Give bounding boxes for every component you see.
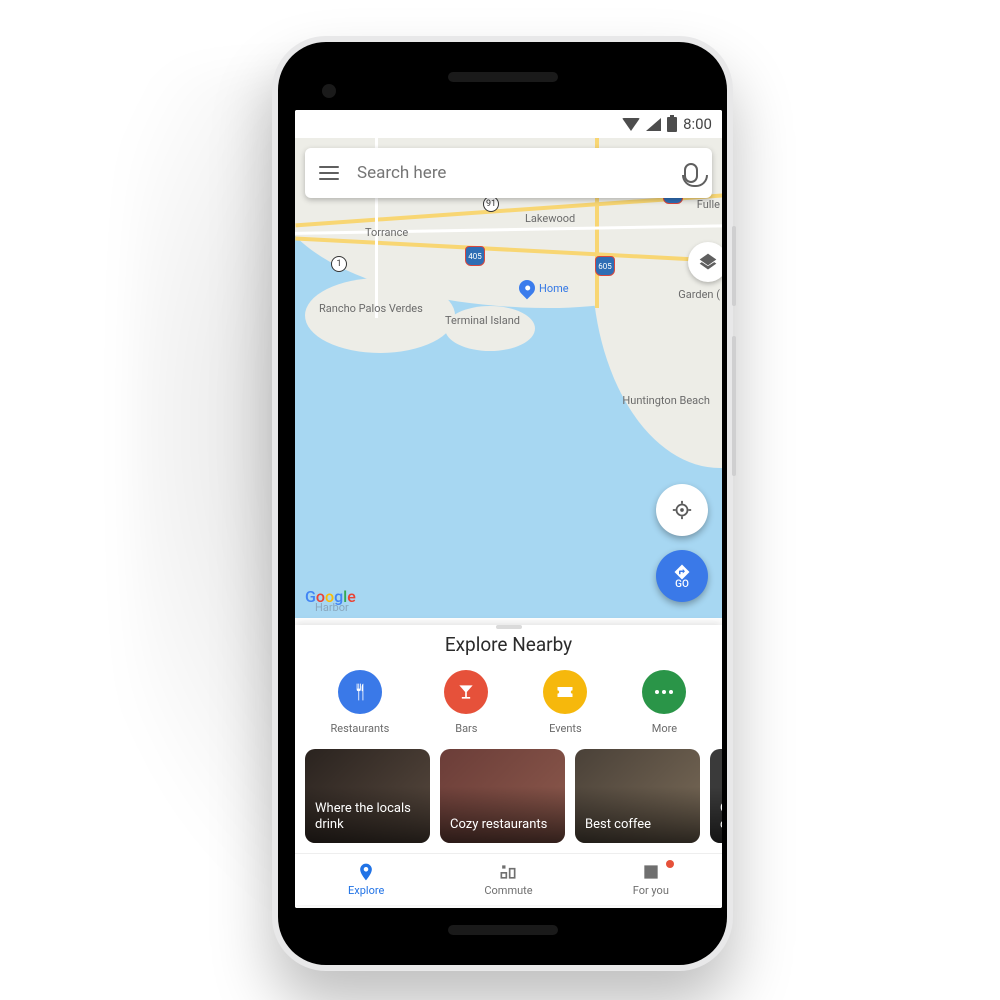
highway-shield: 1 bbox=[331, 256, 347, 272]
suggestion-card[interactable]: Ou dr bbox=[710, 749, 722, 843]
explore-sheet[interactable]: Explore Nearby Restaurants Bars Events bbox=[295, 625, 722, 905]
home-pin[interactable]: Home bbox=[519, 280, 569, 296]
tab-commute[interactable]: Commute bbox=[437, 854, 579, 905]
screen: 8:00 Manhattan Beach Compton Torrance La… bbox=[295, 110, 722, 908]
phone-frame: 8:00 Manhattan Beach Compton Torrance La… bbox=[272, 36, 733, 971]
category-bars[interactable]: Bars bbox=[444, 670, 488, 735]
sparkle-icon bbox=[641, 862, 661, 882]
sheet-handle[interactable] bbox=[496, 625, 522, 629]
city-label: Huntington Beach bbox=[622, 394, 710, 407]
tab-for-you[interactable]: For you bbox=[580, 854, 722, 905]
layers-icon bbox=[698, 252, 718, 272]
city-label: Fulle bbox=[697, 198, 720, 211]
category-label: Bars bbox=[455, 722, 477, 735]
map-canvas[interactable]: Manhattan Beach Compton Torrance Lakewoo… bbox=[295, 138, 722, 618]
dots-icon bbox=[655, 690, 673, 694]
cell-signal-icon bbox=[646, 118, 661, 131]
pin-icon bbox=[516, 277, 539, 300]
city-label: Rancho Palos Verdes bbox=[319, 302, 423, 315]
sheet-title: Explore Nearby bbox=[295, 633, 722, 656]
category-events[interactable]: Events bbox=[543, 670, 587, 735]
battery-icon bbox=[667, 117, 677, 132]
notification-badge bbox=[666, 860, 674, 868]
voice-search-icon[interactable] bbox=[684, 163, 698, 183]
category-label: Restaurants bbox=[331, 722, 390, 735]
home-label: Home bbox=[539, 282, 569, 295]
cocktail-icon bbox=[456, 682, 476, 702]
status-bar: 8:00 bbox=[295, 110, 722, 138]
suggestion-cards[interactable]: Where the locals drink Cozy restaurants … bbox=[295, 749, 722, 853]
city-label: Lakewood bbox=[525, 212, 575, 225]
android-nav-bar bbox=[295, 905, 722, 908]
wifi-icon bbox=[622, 118, 640, 131]
category-more[interactable]: More bbox=[642, 670, 686, 735]
layers-button[interactable] bbox=[688, 242, 722, 282]
go-label: GO bbox=[675, 579, 689, 590]
suggestion-card[interactable]: Where the locals drink bbox=[305, 749, 430, 843]
highway-shield: 605 bbox=[595, 256, 615, 276]
ticket-icon bbox=[555, 682, 575, 702]
tab-explore[interactable]: Explore bbox=[295, 854, 437, 905]
fork-knife-icon bbox=[350, 682, 370, 702]
suggestion-card[interactable]: Best coffee bbox=[575, 749, 700, 843]
highway-shield: 91 bbox=[483, 196, 499, 212]
directions-go-button[interactable]: GO bbox=[656, 550, 708, 602]
category-restaurants[interactable]: Restaurants bbox=[331, 670, 390, 735]
search-input[interactable] bbox=[357, 163, 666, 183]
crosshair-icon bbox=[671, 499, 693, 521]
city-label: Garden ( bbox=[678, 288, 720, 301]
status-time: 8:00 bbox=[683, 115, 712, 133]
locate-button[interactable] bbox=[656, 484, 708, 536]
category-label: Events bbox=[549, 722, 582, 735]
hamburger-menu-icon[interactable] bbox=[319, 166, 339, 180]
pin-icon bbox=[356, 862, 376, 882]
highway-shield: 405 bbox=[465, 246, 485, 266]
city-label: Terminal Island bbox=[445, 314, 520, 327]
search-bar[interactable] bbox=[305, 148, 712, 198]
commute-icon bbox=[498, 862, 518, 882]
google-logo: Google bbox=[305, 587, 356, 606]
city-label: Torrance bbox=[365, 226, 408, 239]
suggestion-card[interactable]: Cozy restaurants bbox=[440, 749, 565, 843]
category-label: More bbox=[652, 722, 677, 735]
bottom-nav: Explore Commute For you bbox=[295, 853, 722, 905]
